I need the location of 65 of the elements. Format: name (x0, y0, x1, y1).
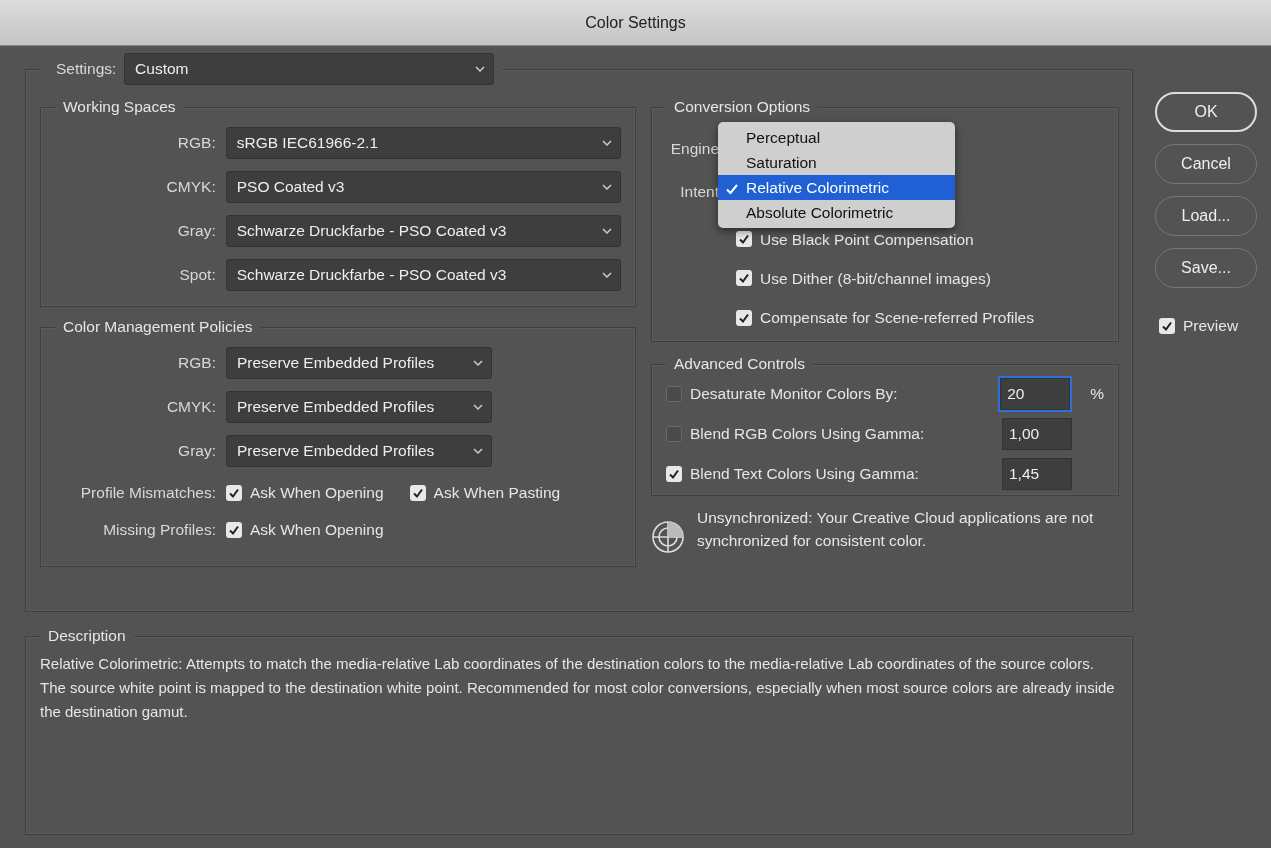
dropdown[interactable]: PSO Coated v3 (225, 171, 621, 203)
input-field[interactable]: 1,45 (1002, 458, 1072, 490)
chevron-icon (473, 447, 483, 455)
dropdown[interactable]: Schwarze Druckfarbe - PSO Coated v3 (225, 259, 621, 291)
dialog-button[interactable]: OK (1155, 92, 1257, 132)
checkbox[interactable] (226, 521, 242, 538)
menu-item[interactable]: Saturation (718, 150, 955, 175)
field-label: CMYK: (165, 397, 216, 418)
checkbox-label[interactable]: Preview (1183, 314, 1239, 338)
checkbox[interactable] (666, 386, 682, 402)
field-label: Missing Profiles: (102, 520, 216, 541)
sync-message: Unsynchronized: Your Creative Cloud applications are not synchronized for consistent color. (697, 508, 1095, 551)
menu-item[interactable]: Perceptual (718, 125, 955, 150)
checkbox[interactable] (1159, 317, 1175, 334)
field-label: Engine (669, 139, 719, 159)
checkbox[interactable] (666, 466, 682, 482)
field-label: RGB: (177, 353, 216, 374)
chevron-icon (475, 65, 486, 73)
input-field[interactable]: 20 (1000, 378, 1071, 410)
dropdown[interactable]: Preserve Embedded Profiles (226, 347, 492, 379)
chevron-icon (602, 271, 612, 279)
chevron-icon (473, 403, 483, 411)
field-label: Gray: (176, 221, 216, 242)
checkbox[interactable] (736, 231, 752, 248)
chevron-icon (473, 359, 483, 367)
field-label: Gray: (177, 441, 216, 462)
settings-dropdown[interactable]: Custom (124, 53, 495, 85)
description-text: Relative Colorimetric: Attempts to match the media-relative Lab coordinates of the destination colors to the media-relative Lab coordinates of the source colors. The source white point is mapped to the destination white point. Recommended for most color conversions, especially when most source colors are already inside the destination gamut. (40, 654, 1116, 722)
checkbox[interactable] (736, 309, 752, 326)
checkbox-label[interactable]: Use Black Point Compensation (760, 227, 974, 251)
checkbox-label[interactable]: Ask When Opening (250, 481, 384, 505)
field-label: Intent (679, 182, 719, 203)
dropdown[interactable]: Preserve Embedded Profiles (226, 391, 492, 423)
checkbox-label[interactable]: Ask When Opening (250, 518, 384, 542)
input-field[interactable]: 1,00 (1002, 418, 1072, 450)
dialog-button[interactable]: Load... (1155, 196, 1257, 236)
sync-status-icon (651, 520, 685, 554)
dropdown[interactable]: sRGB IEC61966-2.1 (225, 127, 621, 159)
chevron-icon (602, 139, 612, 147)
checkbox-label[interactable]: Blend RGB Colors Using Gamma: (690, 422, 1002, 446)
dropdown[interactable]: Schwarze Druckfarbe - PSO Coated v3 (225, 215, 621, 247)
settings-label: Settings: (56, 59, 117, 80)
chevron-icon (602, 227, 612, 235)
unit-label: % (1090, 384, 1104, 405)
dialog-button[interactable]: Save... (1155, 248, 1257, 288)
checkbox-label[interactable]: Use Dither (8-bit/channel images) (760, 266, 991, 290)
dropdown[interactable]: Preserve Embedded Profiles (226, 435, 492, 467)
checkbox[interactable] (226, 484, 242, 501)
checkbox[interactable] (409, 484, 426, 501)
window-title: Color Settings (585, 12, 686, 33)
field-label: CMYK: (165, 177, 216, 198)
field-label: Spot: (178, 265, 216, 286)
checkbox-label[interactable]: Compensate for Scene-referred Profiles (760, 306, 1034, 330)
checkbox-label[interactable]: Blend Text Colors Using Gamma: (690, 462, 1002, 486)
checkbox[interactable] (736, 270, 752, 287)
checkbox-label[interactable]: Desaturate Monitor Colors By: (690, 382, 1001, 406)
checkbox[interactable] (666, 426, 682, 442)
checkmark-icon (726, 182, 738, 195)
field-label: RGB: (176, 133, 216, 154)
menu-item[interactable]: Absolute Colorimetric (718, 200, 955, 225)
dialog-button[interactable]: Cancel (1155, 144, 1257, 184)
menu-item[interactable]: Relative Colorimetric (718, 175, 955, 200)
checkbox-label[interactable]: Ask When Pasting (433, 481, 561, 505)
field-label: Profile Mismatches: (79, 483, 216, 503)
chevron-icon (602, 183, 612, 191)
